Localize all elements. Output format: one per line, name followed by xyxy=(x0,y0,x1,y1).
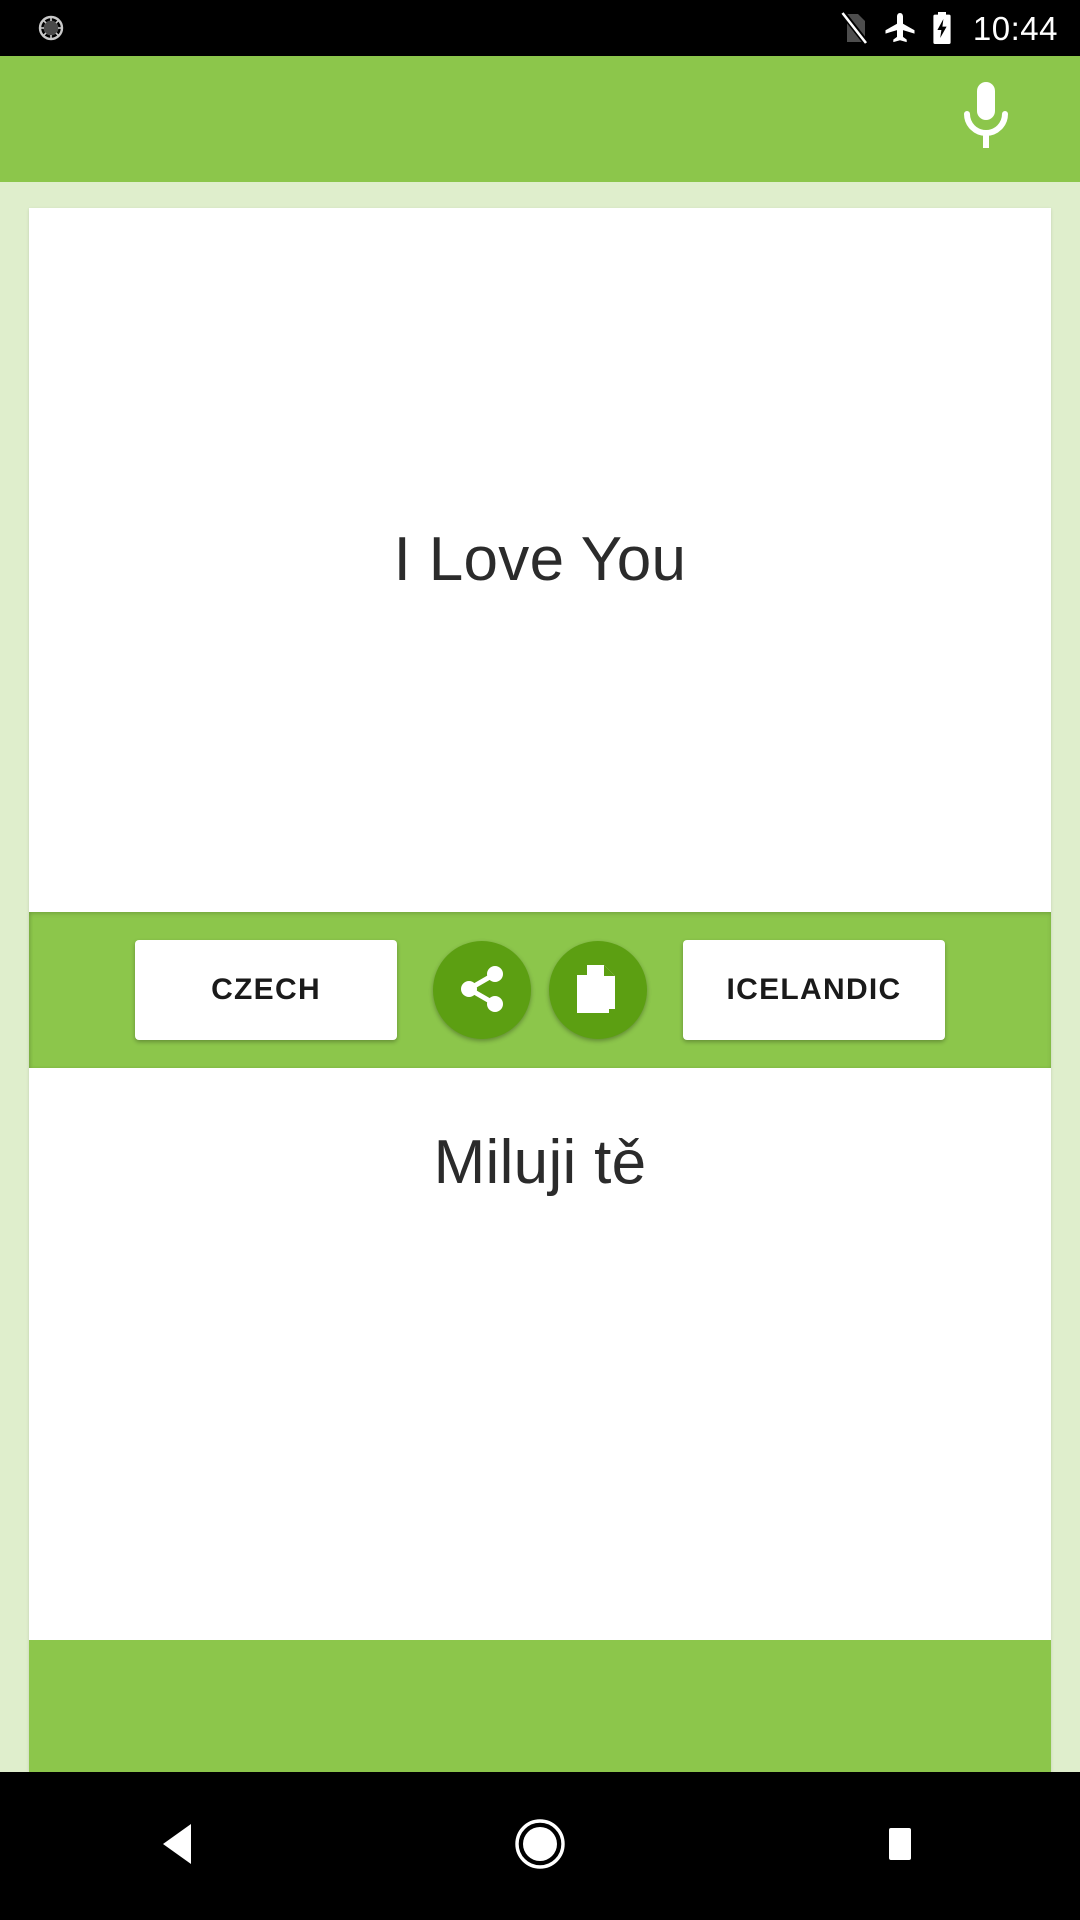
status-bar: 10:44 xyxy=(0,0,1080,56)
target-text-pane[interactable]: Miluji tě xyxy=(29,1068,1051,1640)
copy-button[interactable] xyxy=(549,941,647,1039)
target-text: Miluji tě xyxy=(433,1128,647,1197)
source-text-pane[interactable]: I Love You xyxy=(29,208,1051,912)
source-language-button[interactable]: CZECH xyxy=(135,940,397,1040)
share-icon xyxy=(456,963,508,1018)
battery-charging-icon xyxy=(931,11,953,45)
nav-recents-button[interactable] xyxy=(820,1772,980,1920)
status-bar-right: 10:44 xyxy=(839,11,1058,45)
source-text: I Love You xyxy=(393,524,687,594)
recents-square-icon xyxy=(879,1821,921,1872)
home-circle-icon xyxy=(514,1818,566,1875)
nav-home-button[interactable] xyxy=(460,1772,620,1920)
target-language-button[interactable]: ICELANDIC xyxy=(683,940,945,1040)
back-triangle-icon xyxy=(159,1821,201,1872)
app-bar xyxy=(0,56,1080,182)
translation-card: I Love You CZECH ICELANDIC Miluji tě xyxy=(29,208,1051,1772)
phone-screen: 10:44 I Love You CZECH ICELANDIC Miluji … xyxy=(0,0,1080,1920)
copy-icon xyxy=(573,963,623,1018)
share-button[interactable] xyxy=(433,941,531,1039)
card-footer-band xyxy=(29,1640,1051,1772)
airplane-mode-icon xyxy=(883,11,917,45)
status-bar-left xyxy=(34,11,68,45)
no-sim-icon xyxy=(839,11,869,45)
microphone-icon[interactable] xyxy=(940,73,1032,165)
android-navigation-bar xyxy=(0,1772,1080,1920)
action-band: CZECH ICELANDIC xyxy=(29,912,1051,1068)
app-notification-icon xyxy=(34,11,68,45)
nav-back-button[interactable] xyxy=(100,1772,260,1920)
status-bar-clock: 10:44 xyxy=(972,9,1058,47)
